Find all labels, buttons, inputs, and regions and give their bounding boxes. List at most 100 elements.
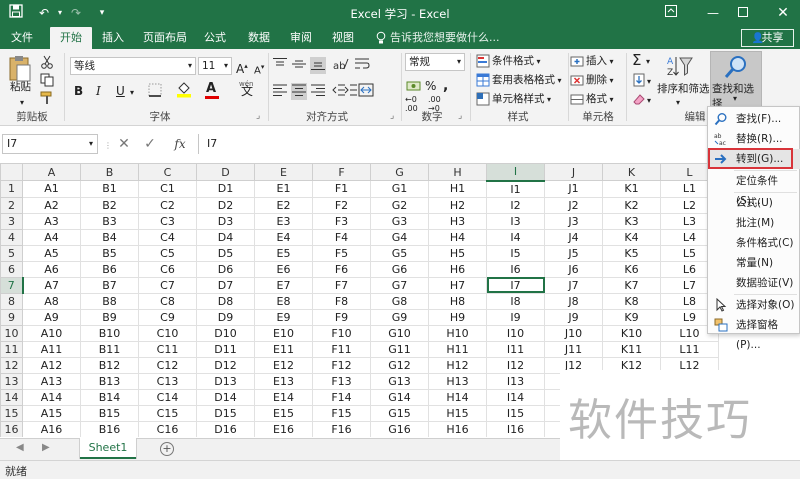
column-header-i[interactable]: I <box>486 163 545 182</box>
cell-d8[interactable]: D8 <box>196 292 255 310</box>
merge-center-icon[interactable] <box>358 83 376 100</box>
cell-f11[interactable]: F11 <box>312 340 371 358</box>
cell-i4[interactable]: I4 <box>486 228 545 246</box>
cell-h2[interactable]: H2 <box>428 196 487 214</box>
cell-i6[interactable]: I6 <box>486 260 545 278</box>
cell-b6[interactable]: B6 <box>80 260 139 278</box>
row-header-1[interactable]: 1 <box>0 180 23 198</box>
cell-e15[interactable]: E15 <box>254 404 313 422</box>
cell-e10[interactable]: E10 <box>254 324 313 342</box>
align-bottom-icon[interactable] <box>310 57 326 74</box>
indent-increase-icon[interactable] <box>344 83 358 100</box>
cell-b10[interactable]: B10 <box>80 324 139 342</box>
cell-i14[interactable]: I14 <box>486 388 545 406</box>
cell-e11[interactable]: E11 <box>254 340 313 358</box>
cell-k2[interactable]: K2 <box>602 196 661 214</box>
cell-k8[interactable]: K8 <box>602 292 661 310</box>
cell-k4[interactable]: K4 <box>602 228 661 246</box>
cell-j2[interactable]: J2 <box>544 196 603 214</box>
column-header-a[interactable]: A <box>22 163 81 181</box>
cell-b2[interactable]: B2 <box>80 196 139 214</box>
cell-i12[interactable]: I12 <box>486 356 545 374</box>
cell-h5[interactable]: H5 <box>428 244 487 262</box>
cell-h13[interactable]: H13 <box>428 372 487 390</box>
sheet-prev-icon[interactable]: ◀ <box>16 442 24 453</box>
cell-j4[interactable]: J4 <box>544 228 603 246</box>
dialog-launcher-icon[interactable]: ⌟ <box>390 111 394 121</box>
tab-page-layout[interactable]: 页面布局 <box>140 27 190 49</box>
cell-c4[interactable]: C4 <box>138 228 197 246</box>
minimize-icon[interactable]: — <box>700 3 726 23</box>
tab-home[interactable]: 开始 <box>50 27 92 49</box>
cell-k10[interactable]: K10 <box>602 324 661 342</box>
cell-a16[interactable]: A16 <box>22 420 81 437</box>
cell-i8[interactable]: I8 <box>486 292 545 310</box>
column-header-c[interactable]: C <box>138 163 197 181</box>
font-name-select[interactable]: 等线 ▾ <box>70 57 196 75</box>
cell-e5[interactable]: E5 <box>254 244 313 262</box>
sort-filter-icon[interactable]: AZ <box>666 53 694 84</box>
cell-f6[interactable]: F6 <box>312 260 371 278</box>
cell-e2[interactable]: E2 <box>254 196 313 214</box>
phonetic-icon[interactable]: 文 <box>241 83 253 99</box>
cell-d15[interactable]: D15 <box>196 404 255 422</box>
cell-d5[interactable]: D5 <box>196 244 255 262</box>
menu-item-select-objects[interactable]: 选择对象(O) <box>708 295 800 315</box>
cell-e6[interactable]: E6 <box>254 260 313 278</box>
column-header-f[interactable]: F <box>312 163 371 181</box>
cell-h1[interactable]: H1 <box>428 180 487 198</box>
cell-f1[interactable]: F1 <box>312 180 371 198</box>
cell-d3[interactable]: D3 <box>196 212 255 230</box>
cell-e12[interactable]: E12 <box>254 356 313 374</box>
cell-a9[interactable]: A9 <box>22 308 81 326</box>
cell-j5[interactable]: J5 <box>544 244 603 262</box>
format-painter-icon[interactable] <box>40 91 54 108</box>
cell-a1[interactable]: A1 <box>22 180 81 198</box>
cell-h3[interactable]: H3 <box>428 212 487 230</box>
italic-button[interactable]: I <box>96 83 110 99</box>
clear-icon[interactable] <box>632 92 646 109</box>
increase-font-icon[interactable]: A▴ <box>236 58 248 77</box>
cell-d7[interactable]: D7 <box>196 276 255 294</box>
cell-a10[interactable]: A10 <box>22 324 81 342</box>
cell-g13[interactable]: G13 <box>370 372 429 390</box>
cell-d4[interactable]: D4 <box>196 228 255 246</box>
cell-b4[interactable]: B4 <box>80 228 139 246</box>
cell-f13[interactable]: F13 <box>312 372 371 390</box>
tell-me-input[interactable]: 告诉我您想要做什么... <box>390 27 500 49</box>
autosum-icon[interactable]: Σ <box>632 52 641 68</box>
share-button[interactable]: 👤共享 <box>741 29 794 47</box>
cell-f15[interactable]: F15 <box>312 404 371 422</box>
cell-c2[interactable]: C2 <box>138 196 197 214</box>
wrap-text-icon[interactable] <box>354 57 370 74</box>
resize-handle-icon[interactable]: ⋮ <box>104 141 112 150</box>
row-header-16[interactable]: 16 <box>0 420 23 437</box>
cell-k6[interactable]: K6 <box>602 260 661 278</box>
tab-formulas[interactable]: 公式 <box>198 27 232 49</box>
cell-a6[interactable]: A6 <box>22 260 81 278</box>
cell-i5[interactable]: I5 <box>486 244 545 262</box>
comma-style-icon[interactable]: , <box>443 78 448 94</box>
cell-d1[interactable]: D1 <box>196 180 255 198</box>
row-header-3[interactable]: 3 <box>0 212 23 230</box>
add-sheet-icon[interactable]: + <box>160 442 174 456</box>
cell-h12[interactable]: H12 <box>428 356 487 374</box>
cell-f7[interactable]: F7 <box>312 276 371 294</box>
align-top-icon[interactable] <box>272 57 288 74</box>
cell-f14[interactable]: F14 <box>312 388 371 406</box>
cell-b7[interactable]: B7 <box>80 276 139 294</box>
fill-icon[interactable] <box>632 73 646 90</box>
insert-function-button[interactable]: fx <box>170 134 190 154</box>
cell-c12[interactable]: C12 <box>138 356 197 374</box>
underline-dropdown-icon[interactable]: ▾ <box>130 85 134 101</box>
autosum-dropdown-icon[interactable]: ▾ <box>646 54 650 70</box>
insert-cells-button[interactable]: 插入 ▾ <box>570 53 614 70</box>
cell-j9[interactable]: J9 <box>544 308 603 326</box>
cell-b8[interactable]: B8 <box>80 292 139 310</box>
cell-e13[interactable]: E13 <box>254 372 313 390</box>
cell-k7[interactable]: K7 <box>602 276 661 294</box>
cell-g3[interactable]: G3 <box>370 212 429 230</box>
cell-f12[interactable]: F12 <box>312 356 371 374</box>
cell-g5[interactable]: G5 <box>370 244 429 262</box>
row-header-2[interactable]: 2 <box>0 196 23 214</box>
